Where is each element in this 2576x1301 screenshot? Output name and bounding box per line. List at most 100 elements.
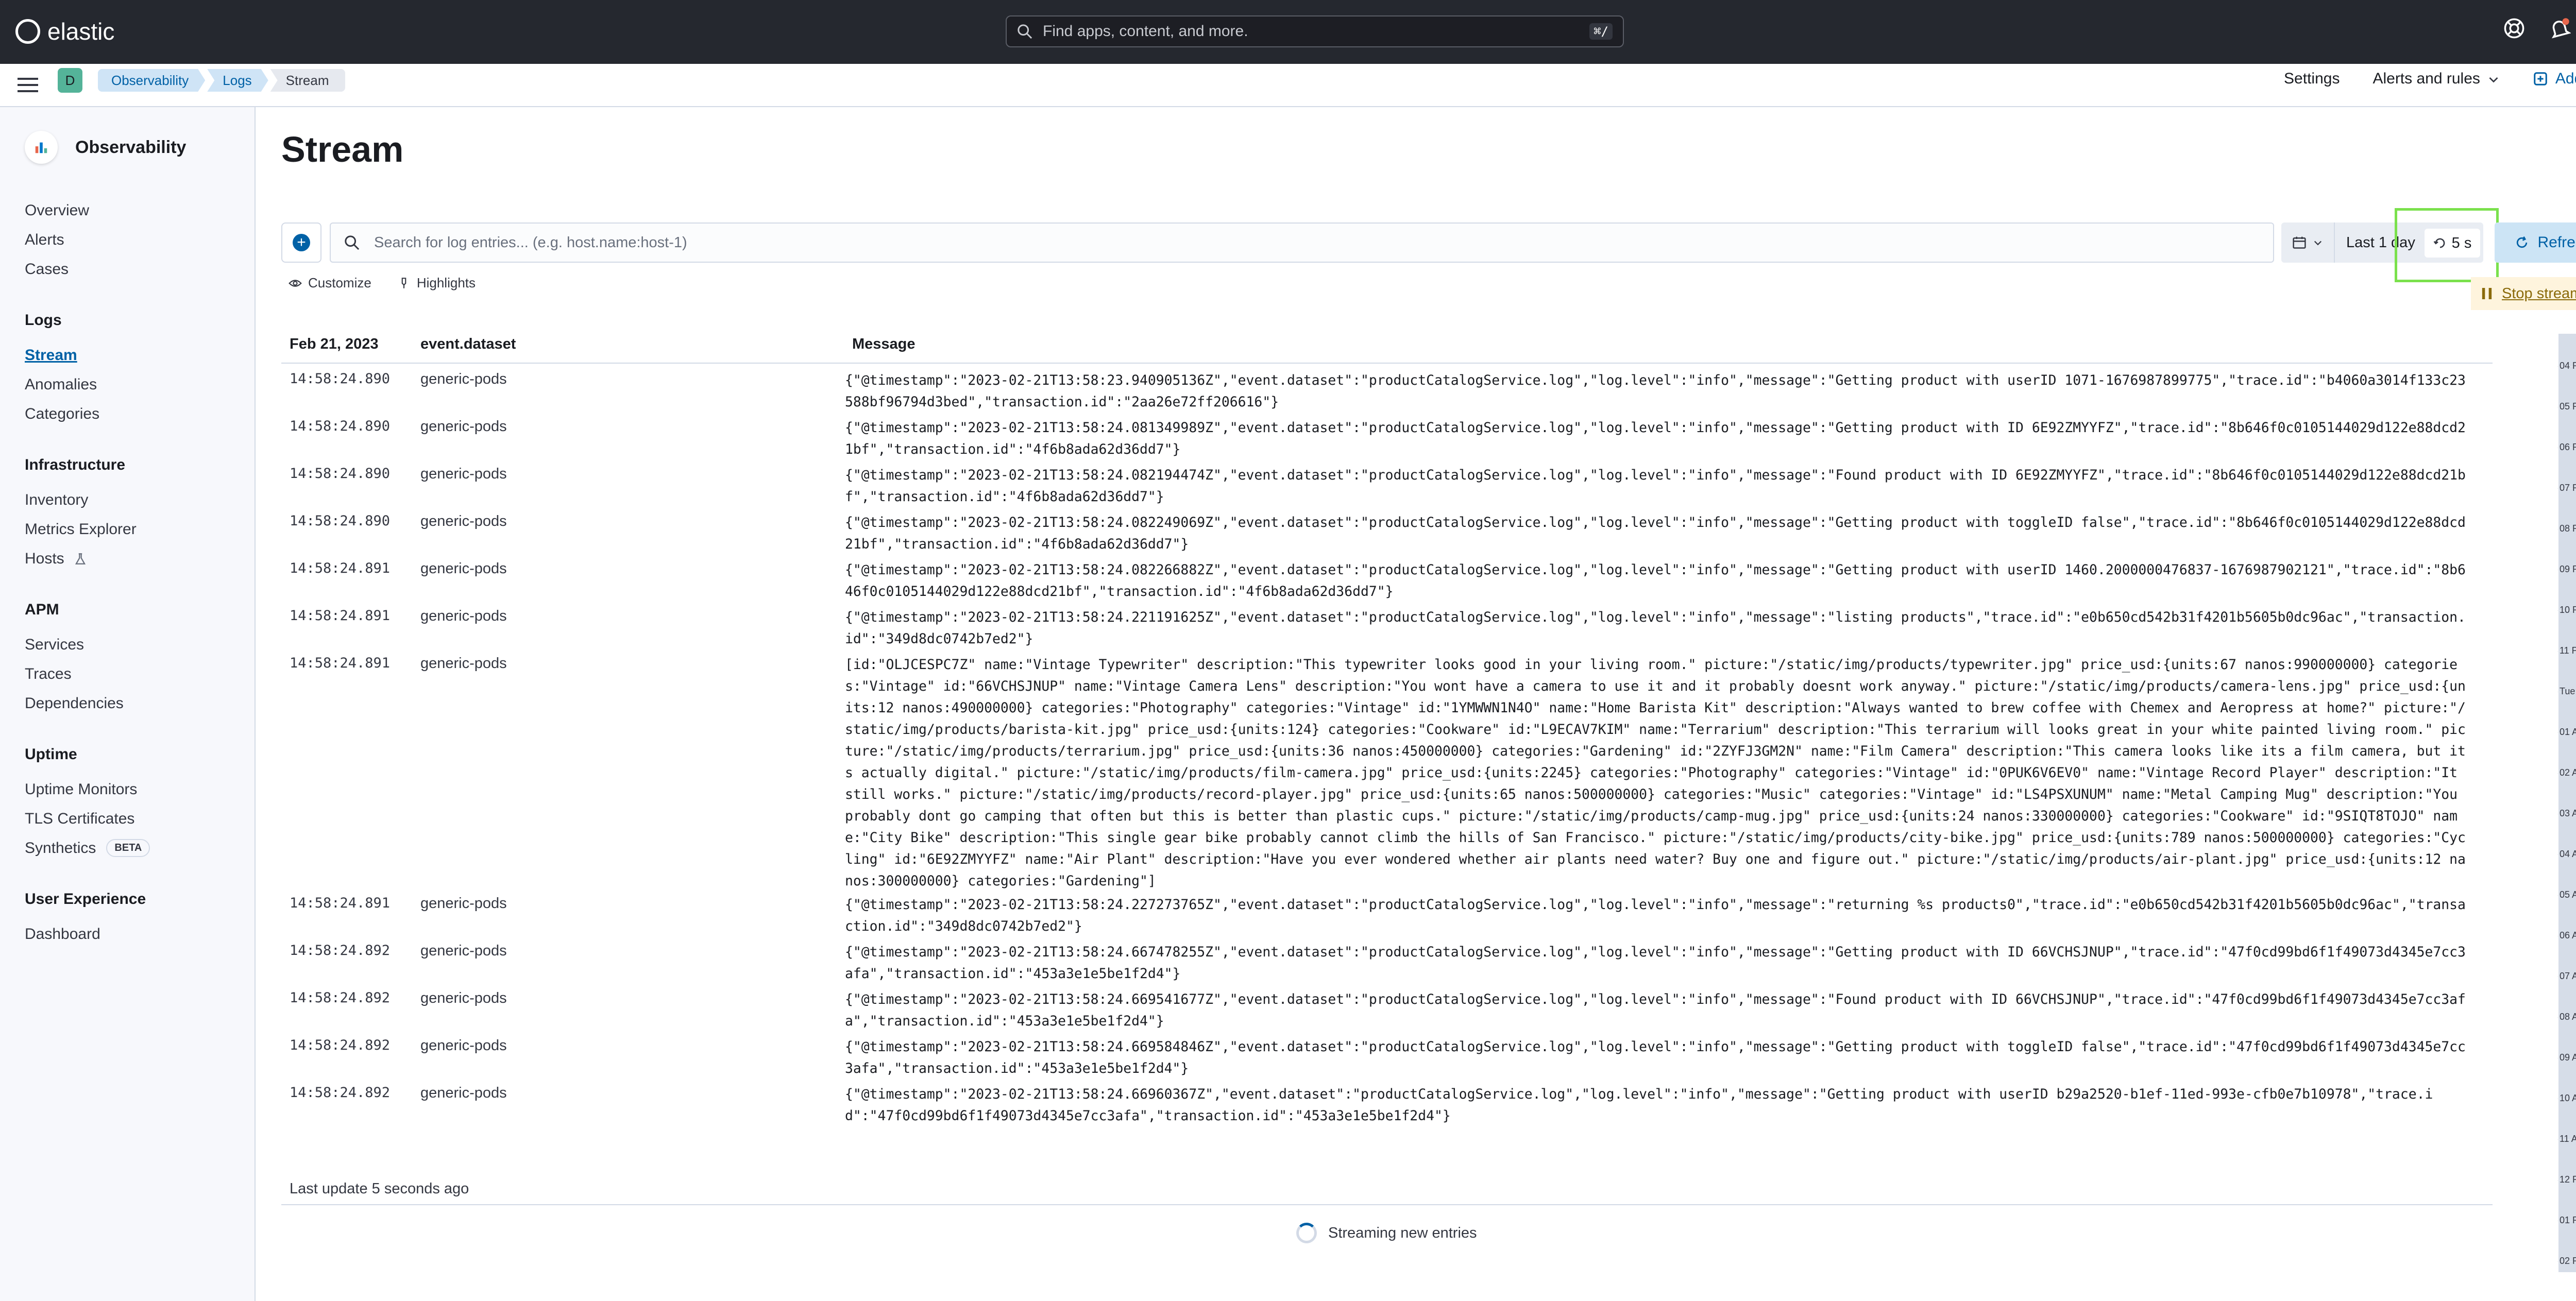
log-timestamp: 14:58:24.890 [290, 513, 391, 529]
streaming-indicator: Streaming new entries [1296, 1223, 1477, 1243]
log-dataset: generic-pods [420, 1037, 507, 1054]
menu-icon[interactable] [18, 76, 38, 94]
space-avatar[interactable]: D [58, 68, 82, 93]
log-message: [id:"OLJCESPC7Z" name:"Vintage Typewrite… [845, 657, 2466, 889]
log-row[interactable]: 14:58:24.891 generic-pods {"@timestamp":"2… [281, 605, 2493, 652]
add-data-button[interactable]: Add data [2533, 70, 2576, 88]
stop-streaming-label: Stop streaming [2502, 285, 2576, 302]
add-data-label: Add data [2555, 70, 2576, 87]
breadcrumb: Observability Logs Stream [98, 69, 347, 92]
sidebar-item-cases[interactable]: Cases [25, 254, 150, 284]
sidebar-item-alerts[interactable]: Alerts [25, 225, 150, 254]
minimap-tick-label: 05 AM [2560, 889, 2576, 900]
log-row[interactable]: 14:58:24.892 generic-pods {"@timestamp":"2… [281, 939, 2493, 987]
log-timestamp: 14:58:24.890 [290, 418, 391, 434]
sidebar-title: Observability [25, 131, 186, 164]
log-timestamp: 14:58:24.890 [290, 371, 391, 387]
refresh-label: Refresh [2537, 234, 2576, 251]
sidebar-item-dependencies[interactable]: Dependencies [25, 689, 150, 718]
log-row[interactable]: 14:58:24.890 generic-pods {"@timestamp":"2… [281, 463, 2493, 510]
column-header-message: Message [852, 336, 916, 352]
alerts-and-rules-label: Alerts and rules [2372, 70, 2480, 87]
log-timestamp: 14:58:24.892 [290, 990, 391, 1006]
log-row[interactable]: 14:58:24.892 generic-pods {"@timestamp":"2… [281, 987, 2493, 1034]
breadcrumb-observability[interactable]: Observability [98, 69, 205, 92]
log-timestamp: 14:58:24.891 [290, 560, 391, 576]
sidebar-item-traces[interactable]: Traces [25, 659, 150, 689]
quick-select-button[interactable] [2281, 222, 2335, 263]
log-timestamp: 14:58:24.892 [290, 1037, 391, 1053]
log-timestamp: 14:58:24.891 [290, 655, 391, 671]
customize-button[interactable]: Customize [289, 275, 371, 291]
sidebar-item-tls-certificates[interactable]: TLS Certificates [25, 804, 150, 833]
log-minimap[interactable]: 04 PM 05 PM 06 PM 07 PM 08 PM 09 PM 10 PM 11 PM… [2502, 330, 2576, 1272]
log-message: {"@timestamp":"2023-02-21T13:58:24.66954… [845, 991, 2466, 1029]
logo-text: elastic [47, 18, 115, 45]
column-header-date: Feb 21, 2023 [290, 336, 379, 352]
sidebar-item-metrics-explorer[interactable]: Metrics Explorer [25, 515, 150, 544]
log-dataset: generic-pods [420, 990, 507, 1006]
last-update-text: Last update 5 seconds ago [281, 1180, 2493, 1205]
observability-icon [25, 131, 58, 164]
minimap-tick-label: 07 AM [2560, 971, 2576, 981]
stop-streaming-button[interactable]: Stop streaming [2471, 277, 2576, 310]
highlights-button[interactable]: Highlights [397, 275, 476, 291]
log-row[interactable]: 14:58:24.892 generic-pods {"@timestamp":"2… [281, 1082, 2493, 1129]
sidebar-item-anomalies[interactable]: Anomalies [25, 370, 150, 399]
refresh-icon [2517, 236, 2528, 248]
log-dataset: generic-pods [420, 608, 507, 624]
log-table-body: 14:58:24.890 generic-pods {"@timestamp":"2… [281, 368, 2493, 1129]
sidebar-item-hosts[interactable]: Hosts [25, 544, 150, 573]
loading-spinner-icon [1296, 1223, 1317, 1243]
log-message: {"@timestamp":"2023-02-21T13:58:24.08219… [845, 467, 2466, 505]
log-timestamp: 14:58:24.891 [290, 895, 391, 911]
log-row[interactable]: 14:58:24.890 generic-pods {"@timestamp":"2… [281, 415, 2493, 463]
search-icon [345, 235, 360, 250]
sidebar: Observability Overview Alerts Cases Logs… [0, 107, 256, 1301]
elastic-logo[interactable]: elastic [15, 18, 114, 45]
add-filter-button[interactable]: + [281, 222, 321, 263]
search-shortcut: ⌘/ [1589, 23, 1613, 40]
breadcrumb-logs[interactable]: Logs [207, 69, 268, 92]
minimap-tick-label: 08 PM [2560, 523, 2576, 534]
log-dataset: generic-pods [420, 895, 507, 912]
log-search-input[interactable]: Search for log entries... (e.g. host.nam… [330, 222, 2274, 263]
toolbar: Customize Highlights [289, 275, 476, 291]
sidebar-item-stream[interactable]: Stream [25, 340, 150, 370]
minimap-tick-label: 10 PM [2560, 605, 2576, 615]
search-icon [1018, 24, 1032, 39]
log-dataset: generic-pods [420, 418, 507, 435]
sidebar-item-services[interactable]: Services [25, 630, 150, 659]
minimap-tick-label: 08 AM [2560, 1012, 2576, 1022]
top-bar: elastic Find apps, content, and more. ⌘/… [0, 0, 2576, 64]
elastic-logo-icon [15, 19, 40, 44]
highlights-label: Highlights [416, 275, 476, 290]
refresh-button[interactable]: Refresh [2495, 222, 2576, 263]
global-search-input[interactable]: Find apps, content, and more. ⌘/ [1006, 15, 1624, 47]
sidebar-item-synthetics[interactable]: Synthetics BETA [25, 833, 150, 863]
log-message: {"@timestamp":"2023-02-21T13:58:24.66958… [845, 1039, 2466, 1076]
log-row[interactable]: 14:58:24.890 generic-pods {"@timestamp":"2… [281, 368, 2493, 415]
sidebar-item-dashboard[interactable]: Dashboard [25, 919, 150, 949]
log-row[interactable]: 14:58:24.891 generic-pods {"@timestamp":"2… [281, 892, 2493, 939]
sidebar-item-overview[interactable]: Overview [25, 196, 150, 225]
help-icon[interactable] [2503, 17, 2526, 40]
alerts-and-rules-menu[interactable]: Alerts and rules [2372, 70, 2499, 88]
customize-label: Customize [308, 275, 371, 290]
sidebar-item-inventory[interactable]: Inventory [25, 485, 150, 515]
log-timestamp: 14:58:24.892 [290, 943, 391, 958]
log-search-placeholder: Search for log entries... (e.g. host.nam… [374, 234, 687, 251]
sidebar-group-user-experience: User Experience [25, 891, 146, 908]
sidebar-group-logs: Logs [25, 312, 62, 329]
sidebar-item-categories[interactable]: Categories [25, 399, 150, 429]
log-row[interactable]: 14:58:24.890 generic-pods {"@timestamp":"2… [281, 510, 2493, 557]
chevron-down-icon [2314, 241, 2322, 246]
log-row[interactable]: 14:58:24.892 generic-pods {"@timestamp":"2… [281, 1034, 2493, 1082]
notifications-icon[interactable] [2548, 17, 2571, 40]
log-row[interactable]: 14:58:24.891 generic-pods {"@timestamp":"2… [281, 557, 2493, 605]
sidebar-item-hosts-label: Hosts [25, 550, 64, 567]
settings-link[interactable]: Settings [2284, 70, 2340, 88]
log-row[interactable]: 14:58:24.891 generic-pods [id:"OLJCESPC7Z"… [281, 652, 2493, 892]
chevron-down-icon [2489, 77, 2498, 83]
sidebar-item-uptime-monitors[interactable]: Uptime Monitors [25, 775, 150, 804]
